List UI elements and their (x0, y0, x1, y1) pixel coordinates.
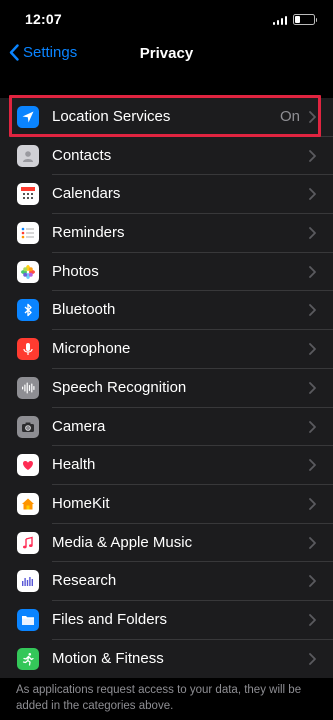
row-label: Speech Recognition (52, 378, 187, 396)
row-label: Reminders (52, 224, 125, 242)
microphone-icon (17, 338, 39, 361)
photos-icon (17, 260, 39, 283)
privacy-row-reminders[interactable]: Reminders (0, 214, 333, 253)
navigation-bar: Settings Privacy (0, 36, 333, 72)
music-note-icon (17, 531, 39, 554)
privacy-row-photos[interactable]: Photos (0, 253, 333, 292)
battery-icon (293, 14, 317, 25)
chevron-right-icon (309, 227, 316, 239)
chevron-right-icon (309, 111, 316, 123)
chevron-right-icon (309, 265, 316, 278)
chevron-right-icon (309, 343, 316, 356)
research-icon (17, 570, 39, 593)
privacy-row-calendars[interactable]: Calendars (0, 175, 333, 215)
privacy-row-contacts[interactable]: Contacts (0, 137, 333, 176)
chevron-right-icon (309, 149, 316, 162)
privacy-row-media-apple-music[interactable]: Media & Apple Music (0, 524, 333, 563)
row-label: Files and Folders (52, 610, 168, 628)
row-label: Microphone (52, 340, 131, 358)
chevron-right-icon (309, 652, 316, 665)
privacy-row-files-and-folders[interactable]: Files and Folders (0, 601, 333, 640)
chevron-right-icon (309, 575, 316, 588)
row-label: Camera (52, 417, 106, 435)
status-bar: 12:07 (0, 0, 333, 36)
privacy-row-homekit[interactable]: HomeKit (0, 485, 333, 524)
camera-icon (17, 415, 39, 438)
status-icons (272, 14, 317, 25)
footer-note: As applications request access to your d… (16, 684, 302, 712)
row-label: Media & Apple Music (52, 533, 193, 551)
bluetooth-icon (17, 299, 39, 322)
chevron-right-icon (309, 188, 316, 201)
running-figure-icon (17, 647, 39, 670)
row-label: Contacts (52, 146, 112, 164)
calendar-icon (17, 183, 39, 206)
row-label: Calendars (52, 185, 121, 203)
privacy-row-research[interactable]: Research (0, 562, 333, 601)
home-icon (17, 492, 39, 515)
row-label: HomeKit (52, 494, 110, 512)
folder-icon (17, 608, 39, 631)
chevron-right-icon (309, 497, 316, 510)
contacts-icon (17, 144, 39, 167)
row-label: Health (52, 456, 96, 474)
row-value: On (279, 108, 300, 125)
chevron-right-icon (309, 304, 316, 317)
reminders-icon (17, 222, 39, 245)
row-label: Location Services (52, 108, 171, 125)
waveform-icon (17, 376, 39, 399)
row-label: Motion & Fitness (52, 649, 164, 667)
row-label: Bluetooth (52, 301, 116, 319)
privacy-row-bluetooth[interactable]: Bluetooth (0, 291, 333, 331)
privacy-row-location-services[interactable]: Location Services On (0, 98, 333, 137)
heart-icon (17, 454, 39, 477)
chevron-right-icon (309, 614, 316, 626)
privacy-row-speech-recognition[interactable]: Speech Recognition (0, 369, 333, 408)
privacy-list: Location Services On Contacts Calendars Remi… (0, 98, 333, 679)
row-label: Research (52, 572, 117, 590)
chevron-right-icon (309, 459, 316, 472)
chevron-right-icon (309, 381, 316, 394)
privacy-row-motion-fitness[interactable]: Motion & Fitness (0, 640, 333, 679)
privacy-row-health[interactable]: Health (0, 446, 333, 485)
chevron-right-icon (309, 536, 316, 549)
page-title: Privacy (139, 45, 194, 62)
chevron-right-icon (309, 420, 316, 433)
privacy-row-microphone[interactable]: Microphone (0, 330, 333, 369)
privacy-row-camera[interactable]: Camera (0, 408, 333, 447)
location-arrow-icon (17, 106, 39, 128)
status-time: 12:07 (25, 11, 62, 27)
cellular-signal-icon (272, 15, 287, 25)
row-label: Photos (52, 262, 99, 280)
